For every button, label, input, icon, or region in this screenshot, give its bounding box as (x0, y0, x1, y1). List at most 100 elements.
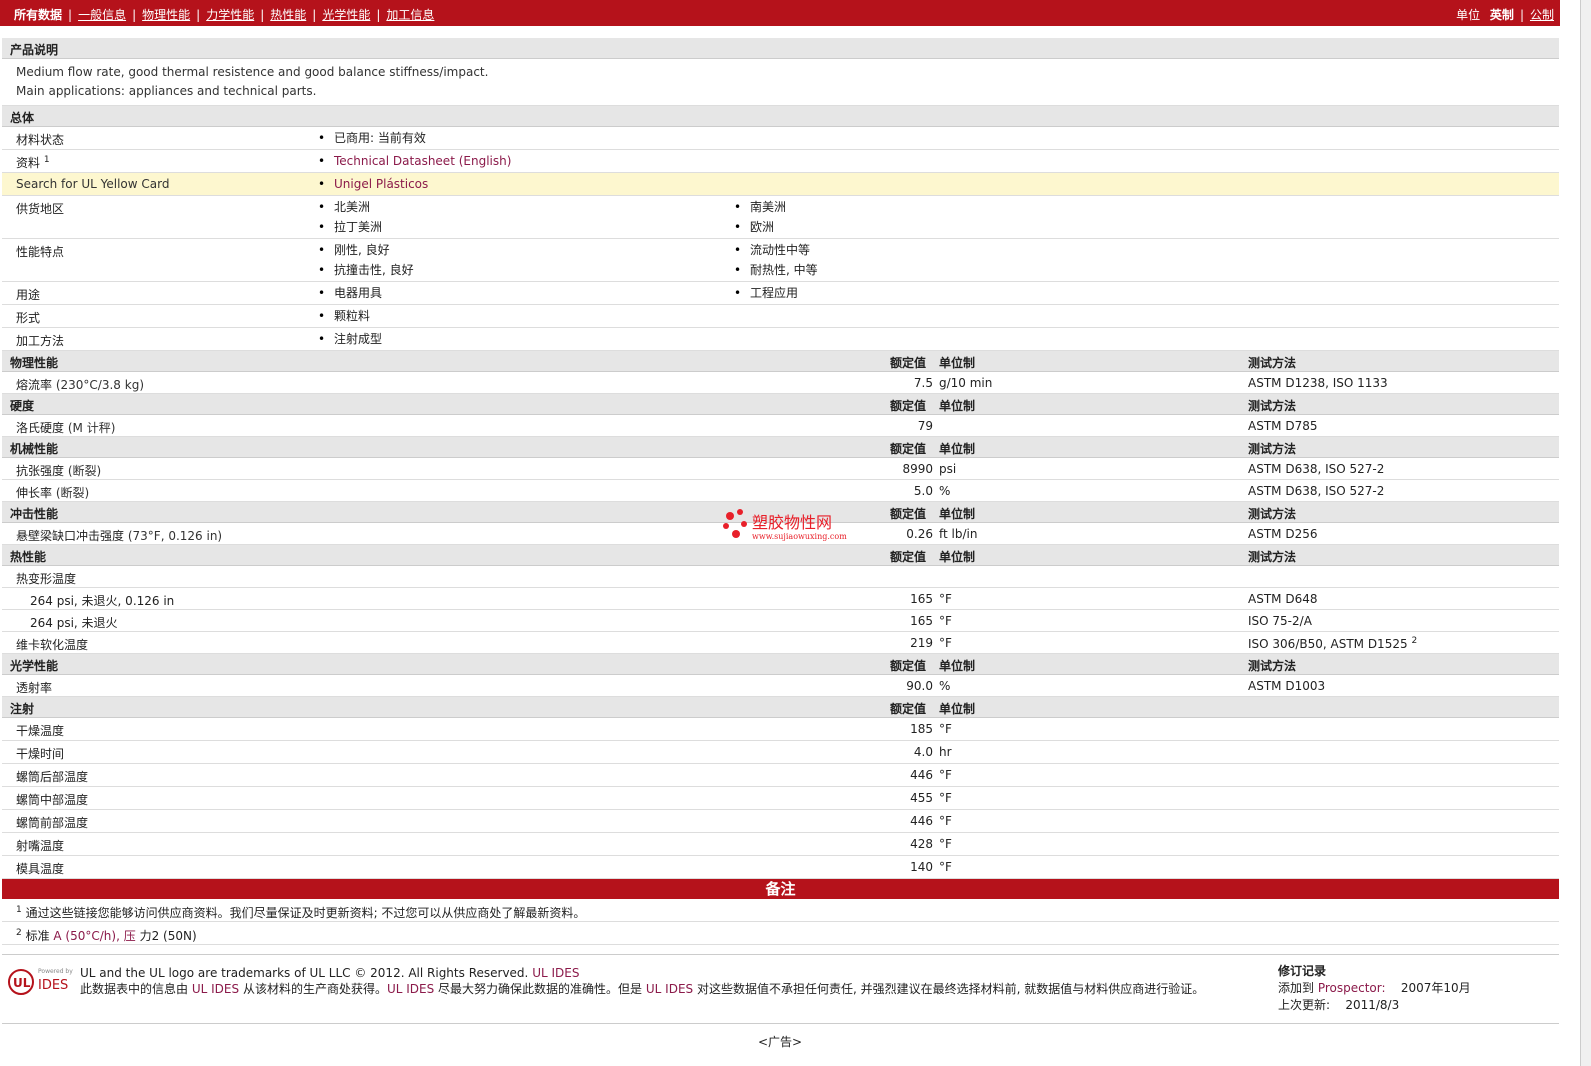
nav-mechanical[interactable]: 力学性能 (206, 8, 254, 22)
units-label: 单位 (1456, 8, 1481, 22)
property-unit: °F (939, 592, 952, 606)
property-label: 性能特点 (16, 245, 65, 259)
watermark-logo: 塑胶物性网 www.sujiaowuxing.com (722, 508, 852, 545)
property-unit: °F (939, 837, 952, 851)
header-method: 测试方法 (1248, 507, 1297, 521)
property-value: 0.26 (906, 527, 933, 541)
row-injection: 模具温度 140 °F (2, 856, 1559, 879)
property-value: 446 (910, 768, 933, 782)
test-method: ASTM D1238, ISO 1133 (1248, 376, 1388, 390)
section-title: 光学性能 (10, 659, 59, 673)
property-label: 伸长率 (断裂) (16, 486, 90, 500)
section-optical: 光学性能 额定值 单位制 测试方法 (2, 654, 1559, 675)
header-method: 测试方法 (1248, 442, 1297, 456)
property-value: 185 (910, 722, 933, 736)
row-elongation: 伸长率 (断裂) 5.0 % ASTM D638, ISO 527-2 (2, 480, 1559, 502)
property-value: 219 (910, 636, 933, 650)
row-tensile: 抗张强度 (断裂) 8990 psi ASTM D638, ISO 527-2 (2, 458, 1559, 480)
section-injection: 注射 额定值 单位制 (2, 697, 1559, 718)
nav-tabs: 所有数据 | 一般信息 | 物理性能 | 力学性能 | 热性能 | 光学性能 | 加工信息 (14, 8, 435, 22)
header-nominal: 额定值 (890, 659, 927, 673)
row-regions: 供货地区 北美洲 拉丁美洲 南美洲 欧洲 (2, 196, 1559, 239)
nav-all-data[interactable]: 所有数据 (14, 8, 62, 22)
section-hardness: 硬度 额定值 单位制 测试方法 (2, 394, 1559, 415)
ul-yellow-card-link[interactable]: Search for UL Yellow Card (16, 177, 169, 191)
property-value: 7.5 (913, 376, 933, 390)
section-title: 冲击性能 (10, 507, 59, 521)
vertical-scrollbar[interactable] (1580, 0, 1591, 1066)
features-col2: 流动性中等 耐热性, 中等 (734, 240, 818, 280)
product-description: Medium flow rate, good thermal resistenc… (2, 59, 1559, 106)
row-injection: 螺筒前部温度 446 °F (2, 810, 1559, 833)
unit-switcher: 单位 英制 | 公制 (1456, 8, 1554, 22)
row-injection: 射嘴温度 428 °F (2, 833, 1559, 856)
revision-history: 修订记录 添加到 Prospector: 2007年10月 上次更新: 2011… (1278, 964, 1471, 1012)
technical-datasheet-link[interactable]: Technical Datasheet (English) (334, 154, 511, 168)
svg-text:UL: UL (13, 976, 31, 990)
note-1: 1 通过这些链接您能够访问供应商资料。我们尽量保证及时更新资料; 不过您可以从供… (2, 899, 1559, 922)
svg-text:www.sujiaowuxing.com: www.sujiaowuxing.com (752, 532, 847, 541)
supplier-link[interactable]: Unigel Plásticos (334, 177, 428, 191)
test-method: ASTM D648 (1248, 592, 1318, 606)
header-unit: 单位制 (939, 550, 976, 564)
property-unit: °F (939, 814, 952, 828)
header-unit: 单位制 (939, 507, 976, 521)
header-nominal: 额定值 (890, 702, 927, 716)
property-label: 加工方法 (16, 334, 65, 348)
property-label: 264 psi, 未退火 (30, 616, 118, 630)
property-unit: °F (939, 768, 952, 782)
property-label: 透射率 (16, 681, 53, 695)
nav-optical[interactable]: 光学性能 (322, 8, 370, 22)
row-transmittance: 透射率 90.0 % ASTM D1003 (2, 675, 1559, 697)
unit-english[interactable]: 英制 (1490, 8, 1514, 22)
header-method: 测试方法 (1248, 659, 1297, 673)
section-title: 物理性能 (10, 356, 59, 370)
section-title: 机械性能 (10, 442, 59, 456)
property-label: 螺筒前部温度 (16, 816, 89, 830)
unit-metric[interactable]: 公制 (1530, 8, 1554, 22)
nav-physical[interactable]: 物理性能 (142, 8, 190, 22)
nav-processing[interactable]: 加工信息 (386, 8, 434, 22)
row-rockwell: 洛氏硬度 (M 计秤) 79 ASTM D785 (2, 415, 1559, 437)
feature-item: 抗撞击性, 良好 (318, 260, 414, 280)
regions-col1: 北美洲 拉丁美洲 (318, 197, 382, 237)
row-documents: 资料 1 Technical Datasheet (English) (2, 150, 1559, 173)
header-nominal: 额定值 (890, 550, 927, 564)
test-method: ASTM D638, ISO 527-2 (1248, 462, 1385, 476)
supplier-link-row: Unigel Plásticos (318, 174, 428, 194)
svg-text:IDES: IDES (38, 978, 68, 993)
test-method: ASTM D1003 (1248, 679, 1326, 693)
region-item: 北美洲 (318, 197, 382, 217)
regions-col2: 南美洲 欧洲 (734, 197, 786, 237)
property-unit: °F (939, 636, 952, 650)
property-unit: hr (939, 745, 952, 759)
property-value: 165 (910, 592, 933, 606)
test-method: ISO 306/B50, ASTM D1525 2 (1248, 636, 1418, 651)
section-title: 注射 (10, 702, 35, 716)
prospector-link[interactable]: Prospector: (1318, 981, 1386, 995)
note-text: 2 标准 A (50°C/h), 压 力2 (50N) (16, 928, 197, 943)
property-label: 射嘴温度 (16, 839, 65, 853)
nav-general[interactable]: 一般信息 (78, 8, 126, 22)
property-unit: °F (939, 791, 952, 805)
property-label: 用途 (16, 288, 41, 302)
property-label: 资料 1 (16, 155, 50, 170)
use-item: 电器用具 (318, 283, 382, 303)
property-unit: g/10 min (939, 376, 993, 390)
region-item: 南美洲 (734, 197, 786, 217)
section-title: 总体 (10, 111, 35, 125)
header-unit: 单位制 (939, 399, 976, 413)
use-item: 工程应用 (734, 283, 798, 303)
property-label: 264 psi, 未退火, 0.126 in (30, 594, 175, 608)
property-label: 材料状态 (16, 133, 65, 147)
row-features: 性能特点 刚性, 良好 抗撞击性, 良好 流动性中等 耐热性, 中等 (2, 239, 1559, 282)
description-line: Main applications: appliances and techni… (16, 84, 317, 98)
header-unit: 单位制 (939, 659, 976, 673)
feature-item: 流动性中等 (734, 240, 818, 260)
header-method: 测试方法 (1248, 356, 1297, 370)
ul-ides-link[interactable]: UL IDES (532, 966, 579, 980)
row-uses: 用途 电器用具 工程应用 (2, 282, 1559, 305)
row-injection: 螺筒中部温度 455 °F (2, 787, 1559, 810)
nav-thermal[interactable]: 热性能 (270, 8, 306, 22)
property-unit: % (939, 484, 951, 498)
